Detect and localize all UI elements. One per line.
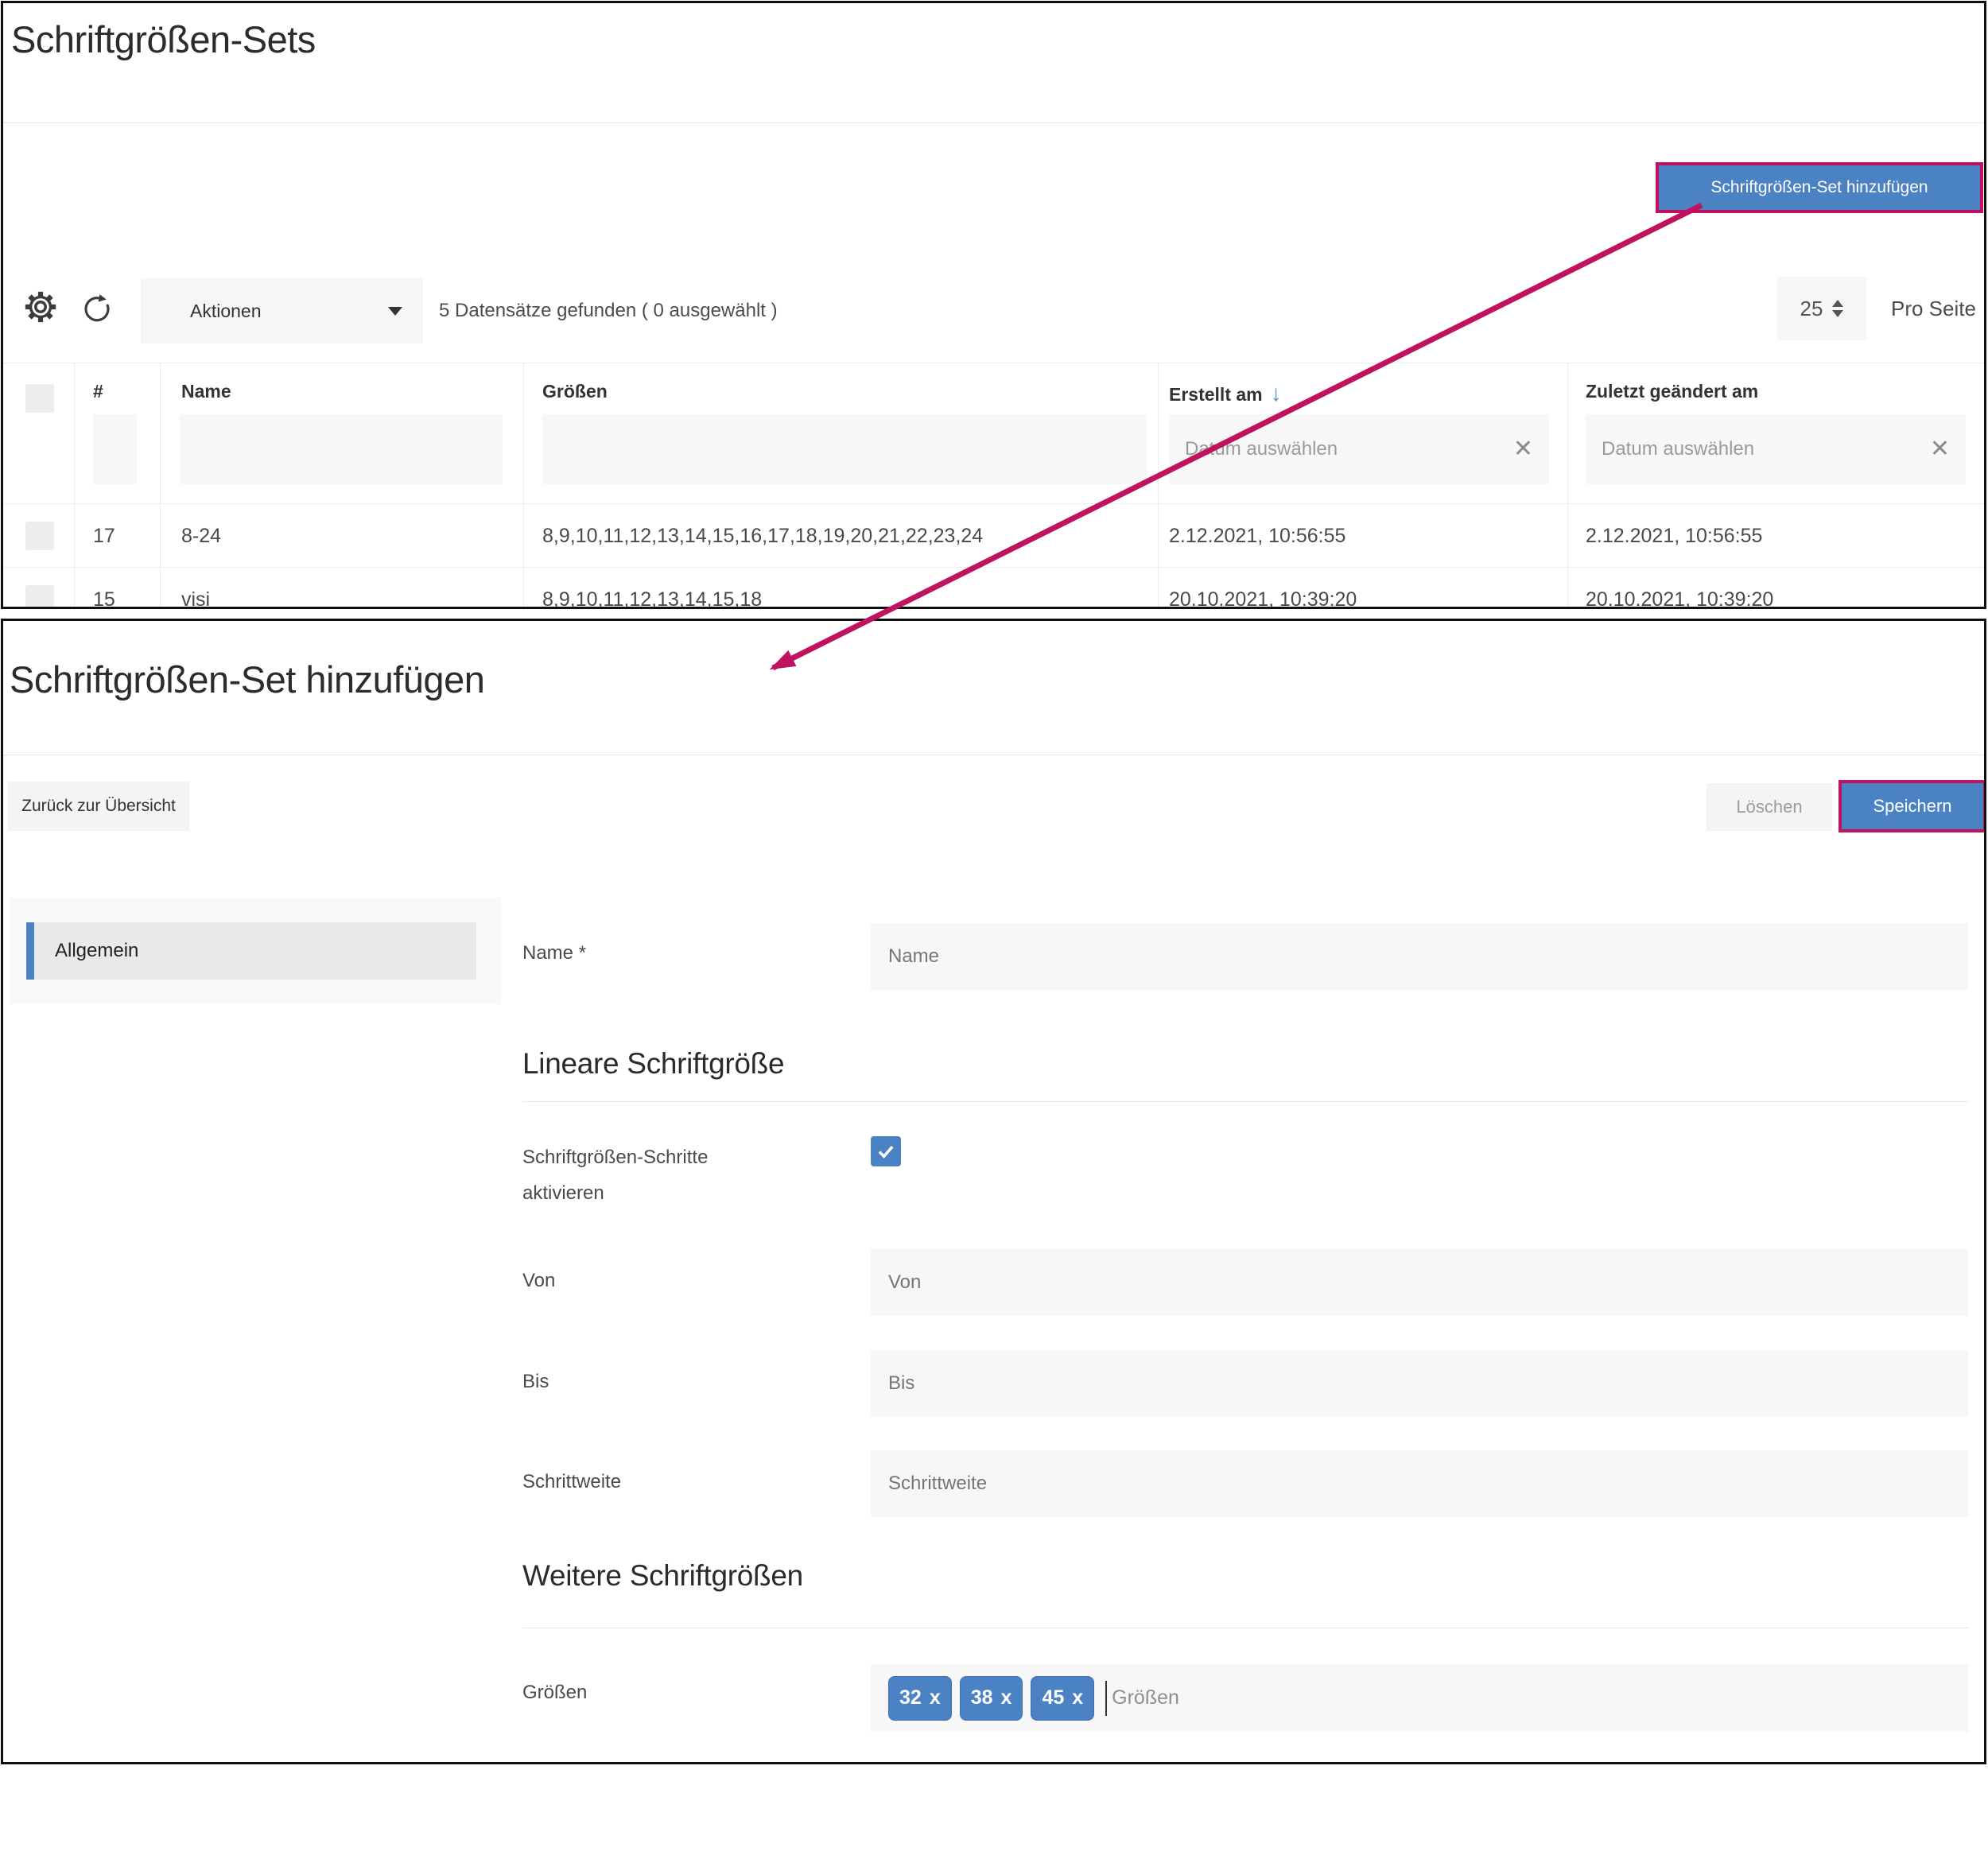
row-sizes: 8,9,10,11,12,13,14,15,16,17,18,19,20,21,… bbox=[542, 504, 983, 568]
date-filter-placeholder: Datum auswählen bbox=[1602, 438, 1930, 460]
save-button[interactable]: Speichern bbox=[1839, 780, 1986, 832]
row-checkbox[interactable] bbox=[25, 585, 54, 609]
sizes-tag-input[interactable]: 32 x 38 x 45 x Größen bbox=[871, 1664, 1968, 1732]
schrittweite-field-label: Schrittweite bbox=[522, 1471, 621, 1493]
column-header-id[interactable]: # bbox=[93, 381, 103, 402]
detail-page-title: Schriftgrößen-Set hinzufügen bbox=[10, 658, 484, 701]
sidebar: Allgemein bbox=[10, 898, 501, 1004]
row-id: 17 bbox=[93, 504, 115, 568]
filter-sizes-input[interactable] bbox=[542, 414, 1147, 484]
sidebar-item-label: Allgemein bbox=[55, 922, 138, 980]
clear-date-icon[interactable]: ✕ bbox=[1930, 437, 1950, 461]
date-filter-placeholder: Datum auswählen bbox=[1185, 438, 1513, 460]
bis-field-label: Bis bbox=[522, 1371, 549, 1393]
sort-descending-icon: ↓ bbox=[1271, 381, 1282, 406]
section-divider bbox=[522, 1101, 1968, 1102]
page-title: Schriftgrößen-Sets bbox=[11, 17, 316, 61]
column-header-modified[interactable]: Zuletzt geändert am bbox=[1586, 381, 1758, 402]
row-created: 2.12.2021, 10:56:55 bbox=[1169, 504, 1345, 568]
add-fontsize-set-button[interactable]: Schriftgrößen-Set hinzufügen bbox=[1656, 162, 1983, 213]
name-input[interactable] bbox=[871, 923, 1968, 990]
size-tag-value: 38 bbox=[971, 1686, 993, 1709]
table-row[interactable]: 15 visi 8,9,10,11,12,13,14,15,18 20.10.2… bbox=[3, 568, 1984, 609]
remove-tag-icon[interactable]: x bbox=[1072, 1686, 1083, 1709]
chevron-down-icon bbox=[388, 307, 402, 316]
page-size-value: 25 bbox=[1800, 297, 1823, 321]
results-count-text: 5 Datensätze gefunden ( 0 ausgewählt ) bbox=[439, 278, 778, 343]
size-tag-value: 45 bbox=[1042, 1686, 1064, 1709]
refresh-icon[interactable] bbox=[80, 291, 114, 324]
clear-date-icon[interactable]: ✕ bbox=[1513, 437, 1533, 461]
section-heading-linear: Lineare Schriftgröße bbox=[522, 1047, 784, 1081]
title-divider bbox=[3, 122, 1984, 123]
section-heading-more: Weitere Schriftgrößen bbox=[522, 1559, 803, 1593]
groessen-field-label: Größen bbox=[522, 1682, 587, 1704]
column-header-created[interactable]: Erstellt am↓ bbox=[1169, 381, 1282, 406]
row-name: 8-24 bbox=[181, 504, 221, 568]
von-field-label: Von bbox=[522, 1270, 555, 1292]
settings-gear-icon[interactable] bbox=[22, 289, 59, 325]
overview-panel: Schriftgrößen-Sets Schriftgrößen-Set hin… bbox=[1, 1, 1986, 609]
active-indicator-bar bbox=[26, 922, 34, 980]
actions-dropdown[interactable]: Aktionen bbox=[141, 278, 423, 343]
name-field-label: Name * bbox=[522, 942, 586, 964]
remove-tag-icon[interactable]: x bbox=[1001, 1686, 1012, 1709]
row-created: 20.10.2021, 10:39:20 bbox=[1169, 568, 1357, 609]
select-spinner-icon bbox=[1832, 300, 1843, 317]
row-modified: 20.10.2021, 10:39:20 bbox=[1586, 568, 1773, 609]
row-checkbox[interactable] bbox=[25, 522, 54, 550]
back-to-overview-button[interactable]: Zurück zur Übersicht bbox=[8, 782, 189, 831]
schrittweite-input[interactable] bbox=[871, 1450, 1968, 1517]
detail-panel: Schriftgrößen-Set hinzufügen Zurück zur … bbox=[1, 619, 1986, 1764]
row-sizes: 8,9,10,11,12,13,14,15,18 bbox=[542, 568, 762, 609]
per-page-label: Pro Seite bbox=[1891, 277, 1976, 340]
column-header-name[interactable]: Name bbox=[181, 381, 231, 402]
filter-id-input[interactable] bbox=[93, 414, 137, 484]
von-input[interactable] bbox=[871, 1249, 1968, 1316]
steps-checkbox-label: Schriftgrößen-Schritte aktivieren bbox=[522, 1139, 761, 1211]
select-all-checkbox[interactable] bbox=[25, 384, 54, 413]
filter-name-input[interactable] bbox=[180, 414, 503, 484]
row-modified: 2.12.2021, 10:56:55 bbox=[1586, 504, 1762, 568]
steps-checkbox[interactable] bbox=[871, 1136, 901, 1166]
size-tag-value: 32 bbox=[899, 1686, 922, 1709]
row-id: 15 bbox=[93, 568, 115, 609]
filter-created-datepicker[interactable]: Datum auswählen ✕ bbox=[1169, 414, 1549, 484]
page-size-select[interactable]: 25 bbox=[1777, 277, 1866, 340]
table-row[interactable]: 17 8-24 8,9,10,11,12,13,14,15,16,17,18,1… bbox=[3, 504, 1984, 568]
remove-tag-icon[interactable]: x bbox=[930, 1686, 941, 1709]
size-tag[interactable]: 32 x bbox=[888, 1676, 952, 1721]
size-tag[interactable]: 38 x bbox=[960, 1676, 1023, 1721]
row-name: visi bbox=[181, 568, 210, 609]
bis-input[interactable] bbox=[871, 1350, 1968, 1417]
delete-button[interactable]: Löschen bbox=[1706, 783, 1832, 831]
filter-modified-datepicker[interactable]: Datum auswählen ✕ bbox=[1586, 414, 1966, 484]
size-tag[interactable]: 45 x bbox=[1031, 1676, 1094, 1721]
column-header-sizes[interactable]: Größen bbox=[542, 381, 608, 402]
checkmark-icon bbox=[875, 1140, 897, 1162]
table-header: # Name Größen Erstellt am↓ Zuletzt geänd… bbox=[3, 363, 1984, 504]
tag-input-placeholder: Größen bbox=[1112, 1686, 1179, 1709]
actions-dropdown-label: Aktionen bbox=[190, 301, 388, 322]
sidebar-item-allgemein[interactable]: Allgemein bbox=[26, 922, 476, 980]
text-cursor bbox=[1105, 1681, 1107, 1716]
